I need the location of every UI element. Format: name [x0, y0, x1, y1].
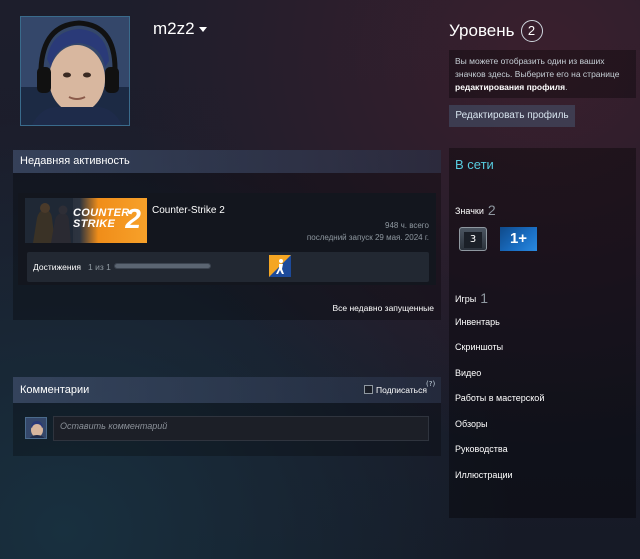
checkbox-icon[interactable] — [364, 385, 373, 394]
badge-level-value: 3 — [464, 232, 482, 248]
badges-label-text: Значки — [455, 206, 484, 216]
sidebar-item-reviews[interactable]: Обзоры — [455, 419, 487, 429]
sidebar-item-games[interactable]: Игры 1 — [455, 290, 488, 306]
chevron-down-icon — [198, 27, 207, 33]
username-text: m2z2 — [153, 19, 195, 38]
cover-line2: STRIKE — [73, 218, 116, 230]
comment-input[interactable]: Оставить комментарий — [53, 416, 429, 441]
level-label: Уровень — [449, 21, 515, 40]
edit-profile-button[interactable]: Редактировать профиль — [449, 105, 575, 127]
subscribe-label: Подписаться — [376, 385, 427, 395]
achievement-icon[interactable] — [269, 255, 291, 277]
game-hours: 948 ч. всего — [385, 221, 429, 230]
game-name-link[interactable]: Counter-Strike 2 — [152, 205, 225, 216]
avatar-small-icon — [26, 418, 46, 438]
level-description-text: Вы можете отобразить один из ваших значк… — [455, 56, 620, 79]
badges-link[interactable]: Значки 2 — [455, 202, 496, 218]
sidebar-item-videos[interactable]: Видео — [455, 368, 481, 378]
profile-username[interactable]: m2z2 — [153, 19, 207, 39]
sidebar-item-guides[interactable]: Руководства — [455, 444, 508, 454]
sidebar-item-inventory[interactable]: Инвентарь — [455, 317, 500, 327]
cover-number: 2 — [125, 203, 141, 234]
cover-title: COUNTER STRIKE — [73, 208, 130, 230]
sidebar-item-screenshots[interactable]: Скриншоты — [455, 342, 503, 352]
game-last-played: последний запуск 29 мая. 2024 г. — [306, 233, 429, 242]
game-cover-image[interactable]: COUNTER STRIKE 2 — [25, 198, 147, 243]
subscribe-help[interactable]: (?) — [426, 380, 435, 388]
all-recent-games-link[interactable]: Все недавно запущенные — [332, 303, 434, 313]
online-status: В сети — [455, 157, 494, 172]
badges-count: 2 — [487, 202, 496, 218]
level-title: Уровень 2 — [449, 20, 543, 42]
achievements-progress-fill — [115, 264, 210, 268]
achievements-progress — [114, 263, 211, 269]
games-count: 1 — [480, 290, 489, 306]
level-description: Вы можете отобразить один из ваших значк… — [449, 50, 636, 98]
edit-profile-link[interactable]: редактирования профиля — [455, 82, 565, 92]
profile-avatar[interactable] — [20, 16, 130, 126]
comment-avatar — [25, 417, 47, 439]
achievements-label[interactable]: Достижения — [33, 262, 81, 272]
recent-activity-header: Недавняя активность — [13, 150, 441, 173]
badge-level-icon[interactable]: 3 — [459, 227, 487, 251]
sidebar-item-artwork[interactable]: Иллюстрации — [455, 470, 513, 480]
level-description-end: . — [565, 82, 568, 92]
badge-years-icon[interactable]: 1+ — [500, 227, 537, 251]
achievement-figure-icon — [269, 255, 291, 277]
subscribe-checkbox[interactable]: Подписаться — [364, 385, 427, 395]
avatar-image-icon — [21, 17, 129, 125]
games-label: Игры — [455, 294, 477, 304]
sidebar-item-workshop[interactable]: Работы в мастерской — [455, 393, 544, 403]
level-badge: 2 — [520, 20, 543, 42]
achievements-count: 1 из 1 — [88, 262, 111, 272]
soldiers-icon — [25, 198, 73, 243]
